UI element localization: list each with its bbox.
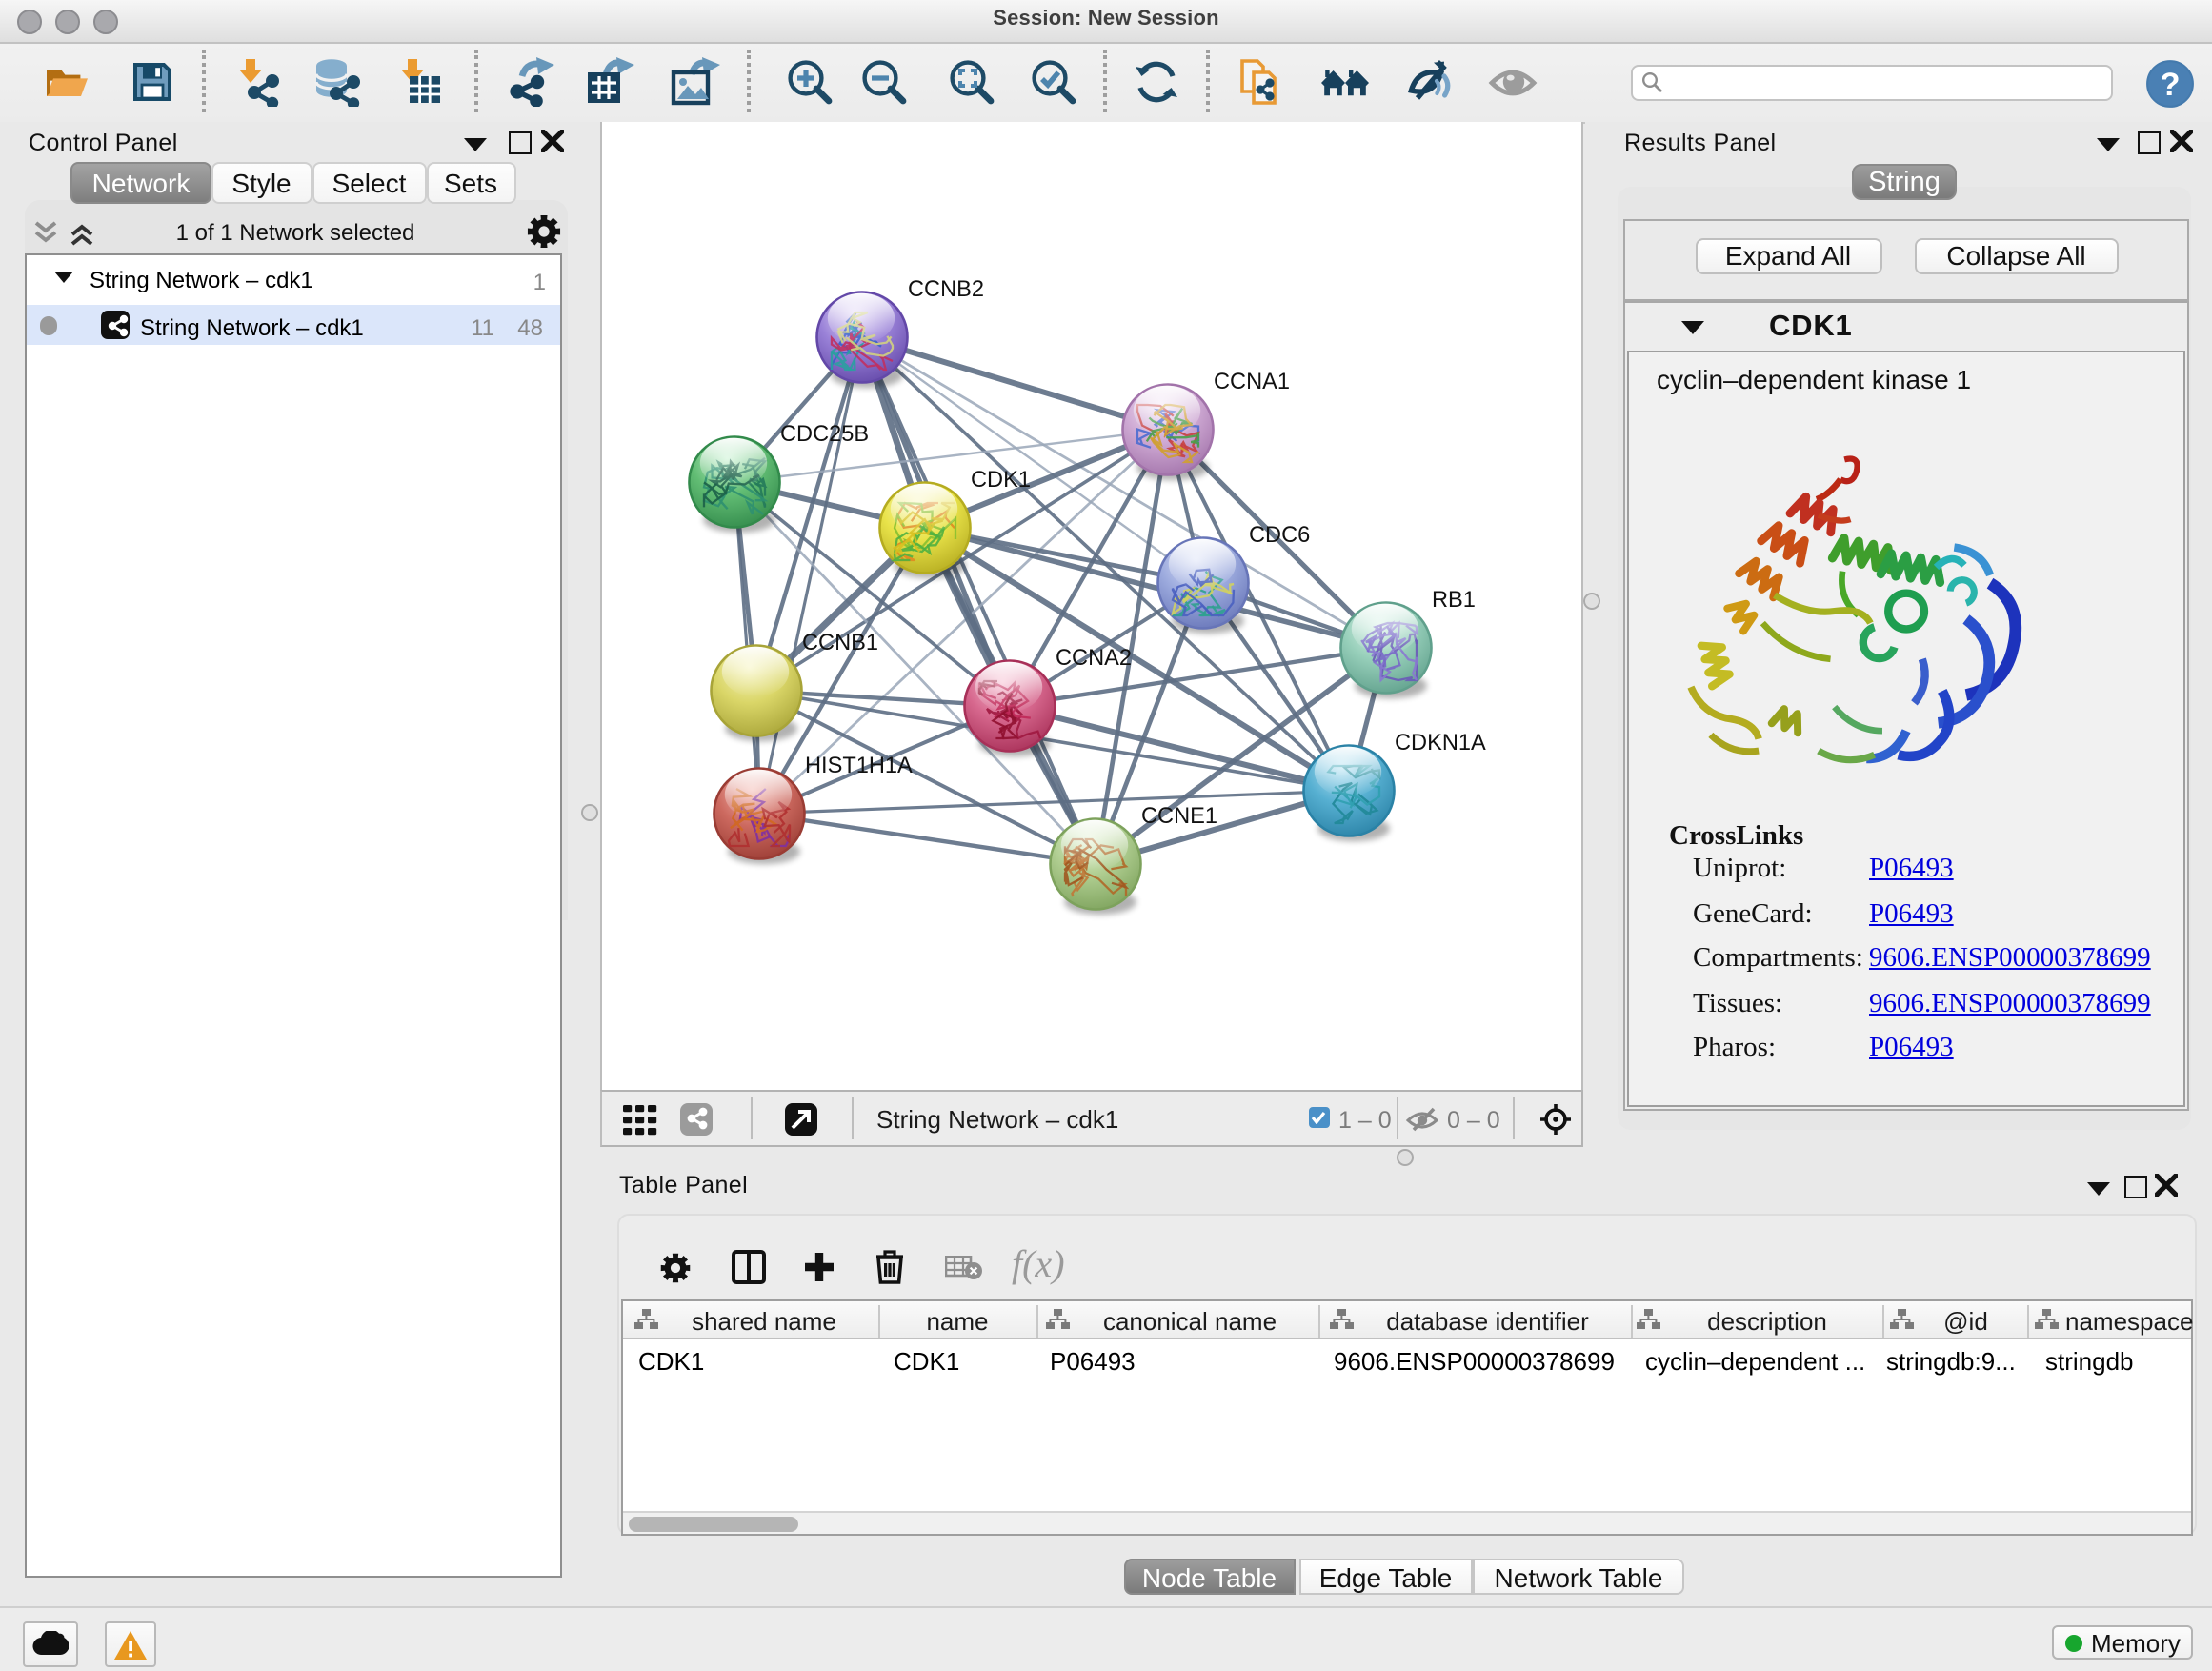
svg-text:CDK1: CDK1 bbox=[971, 467, 1031, 492]
svg-text:CDC25B: CDC25B bbox=[780, 421, 869, 446]
svg-text:CCNB2: CCNB2 bbox=[908, 276, 984, 301]
svg-text:CCNA1: CCNA1 bbox=[1214, 369, 1290, 393]
svg-text:CCNB1: CCNB1 bbox=[802, 630, 878, 654]
svg-text:RB1: RB1 bbox=[1432, 587, 1476, 612]
svg-text:CCNA2: CCNA2 bbox=[1056, 645, 1132, 670]
svg-text:CCNE1: CCNE1 bbox=[1141, 803, 1217, 828]
svg-text:HIST1H1A: HIST1H1A bbox=[805, 753, 913, 777]
svg-text:CDC6: CDC6 bbox=[1249, 522, 1310, 547]
svg-text:CDKN1A: CDKN1A bbox=[1395, 730, 1486, 755]
svg-text:?: ? bbox=[2160, 66, 2180, 102]
